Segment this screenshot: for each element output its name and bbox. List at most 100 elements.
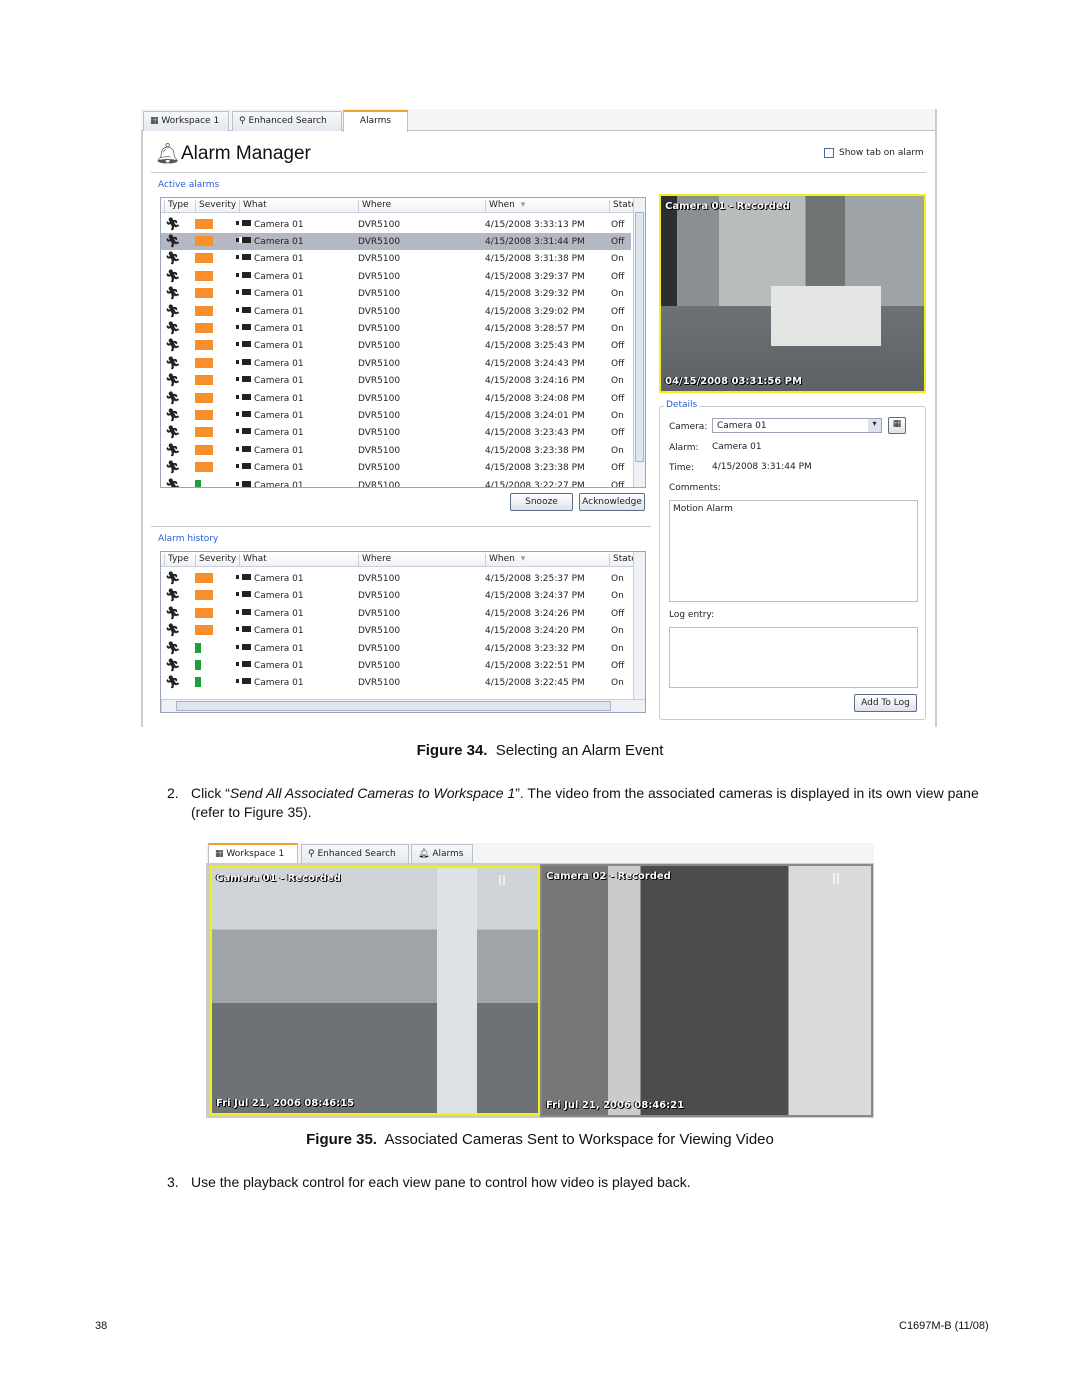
bell-icon: 🔔︎ xyxy=(155,141,181,165)
camera-icon xyxy=(239,306,251,313)
camera-icon xyxy=(239,411,251,417)
column-header[interactable]: Where xyxy=(358,554,391,566)
comments-textarea[interactable]: Motion Alarm xyxy=(669,500,918,602)
column-header[interactable]: What xyxy=(239,554,267,566)
tab-workspace-1[interactable]: ▦ Workspace 1 xyxy=(208,843,298,863)
table-row[interactable]: 🏃︎ Camera 01 DVR5100 4/15/2008 3:24:20 P… xyxy=(161,622,631,639)
show-tab-on-alarm-label: Show tab on alarm xyxy=(839,148,924,158)
motion-alarm-icon: 🏃︎ xyxy=(165,355,181,370)
vertical-scrollbar[interactable] xyxy=(633,552,645,700)
motion-alarm-icon: 🏃︎ xyxy=(165,217,181,231)
motion-alarm-icon: 🏃︎ xyxy=(165,658,181,672)
column-header[interactable]: When ▾ xyxy=(485,200,525,212)
table-row[interactable]: 🏃︎ Camera 01 DVR5100 4/15/2008 3:22:45 P… xyxy=(161,674,631,691)
table-row[interactable]: 🏃︎ Camera 01 DVR5100 4/15/2008 3:24:08 P… xyxy=(161,390,631,407)
severity-indicator xyxy=(195,375,213,386)
camera-icon xyxy=(239,376,251,383)
figure-35-caption: Figure 35. Associated Cameras Sent to Wo… xyxy=(306,1131,774,1148)
motion-alarm-icon: 🏃︎ xyxy=(165,571,181,585)
severity-indicator xyxy=(195,590,213,601)
horizontal-scrollbar[interactable] xyxy=(161,699,645,712)
camera-icon xyxy=(239,626,251,633)
add-to-log-button[interactable]: Add To Log xyxy=(854,694,917,712)
table-row[interactable]: 🏃︎ Camera 01 DVR5100 4/15/2008 3:31:44 P… xyxy=(161,233,631,250)
table-row[interactable]: 🏃︎ Camera 01 DVR5100 4/15/2008 3:25:37 P… xyxy=(161,570,631,587)
column-header[interactable]: When ▾ xyxy=(485,554,525,566)
camera-icon xyxy=(239,463,251,470)
severity-indicator xyxy=(195,677,201,688)
acknowledge-button[interactable]: Acknowledge xyxy=(579,493,645,511)
column-header[interactable]: Type xyxy=(164,554,189,566)
show-tab-on-alarm-checkbox[interactable] xyxy=(824,148,834,158)
column-header[interactable]: Type xyxy=(164,200,189,212)
table-row[interactable]: 🏃︎ Camera 01 DVR5100 4/15/2008 3:24:16 P… xyxy=(161,372,631,389)
tab-alarms[interactable]: 🔔︎ Alarms xyxy=(411,844,473,864)
motion-alarm-icon: 🏃︎ xyxy=(165,623,181,638)
motion-alarm-icon: 🏃︎ xyxy=(165,321,181,335)
table-row[interactable]: 🏃︎ Camera 01 DVR5100 4/15/2008 3:24:26 P… xyxy=(161,605,631,622)
table-row[interactable]: 🏃︎ Camera 01 DVR5100 4/15/2008 3:23:32 P… xyxy=(161,640,631,657)
motion-alarm-icon: 🏃︎ xyxy=(165,605,181,620)
column-header[interactable]: Severity xyxy=(195,200,236,212)
table-row[interactable]: 🏃︎ Camera 01 DVR5100 4/15/2008 3:24:43 P… xyxy=(161,355,631,372)
column-header[interactable]: Severity xyxy=(195,554,236,566)
camera-video-pane[interactable]: Camera 01 - Recorded 04/15/2008 03:31:56… xyxy=(659,194,926,393)
table-row[interactable]: 🏃︎ Camera 01 DVR5100 4/15/2008 3:31:38 P… xyxy=(161,250,631,267)
table-row[interactable]: 🏃︎ Camera 01 DVR5100 4/15/2008 3:23:43 P… xyxy=(161,424,631,441)
camera-icon xyxy=(239,661,251,667)
workspace-icon: ▦ xyxy=(215,849,224,859)
table-row[interactable]: 🏃︎ Camera 01 DVR5100 4/15/2008 3:24:37 P… xyxy=(161,587,631,604)
pause-icon[interactable]: || xyxy=(498,873,506,886)
camera-icon xyxy=(239,271,251,278)
motion-alarm-icon: 🏃︎ xyxy=(165,460,181,475)
camera-select[interactable]: Camera 01 ▾ xyxy=(712,418,882,433)
column-header[interactable]: Where xyxy=(358,200,391,212)
motion-alarm-icon: 🏃︎ xyxy=(165,675,181,690)
camera-icon xyxy=(239,445,251,452)
camera-icon xyxy=(239,608,251,615)
motion-alarm-icon: 🏃︎ xyxy=(165,303,181,318)
severity-indicator xyxy=(195,427,213,438)
table-row[interactable]: 🏃︎ Camera 01 DVR5100 4/15/2008 3:33:13 P… xyxy=(161,216,631,233)
table-row[interactable]: 🏃︎ Camera 01 DVR5100 4/15/2008 3:23:38 P… xyxy=(161,459,631,476)
details-panel: Details Camera: Camera 01 ▾ ▦ Alarm: Cam… xyxy=(659,400,926,720)
severity-indicator xyxy=(195,625,213,636)
table-row[interactable]: 🏃︎ Camera 01 DVR5100 4/15/2008 3:25:43 P… xyxy=(161,337,631,354)
tab-alarms[interactable]: Alarms xyxy=(343,110,408,132)
alarm-history-table: Type Severity What Where When ▾ State 🏃︎ Came… xyxy=(160,551,646,713)
view-pane-camera-02[interactable]: Camera 02 - Recorded || Fri Jul 21, 2006… xyxy=(540,864,873,1117)
chevron-down-icon[interactable]: ▾ xyxy=(868,419,881,432)
snooze-button[interactable]: Snooze xyxy=(510,493,573,511)
page-title: Alarm Manager xyxy=(181,143,311,164)
severity-indicator xyxy=(195,270,213,281)
tab-enhanced-search[interactable]: ⚲ Enhanced Search xyxy=(232,111,342,131)
tab-workspace-1[interactable]: ▦ Workspace 1 xyxy=(143,111,229,131)
table-row[interactable]: 🏃︎ Camera 01 DVR5100 4/15/2008 3:22:51 P… xyxy=(161,657,631,674)
camera-icon xyxy=(239,237,251,243)
camera-icon xyxy=(239,220,251,226)
tab-enhanced-search[interactable]: ⚲ Enhanced Search xyxy=(301,844,409,864)
table-row[interactable]: 🏃︎ Camera 01 DVR5100 4/15/2008 3:22:27 P… xyxy=(161,477,631,487)
severity-indicator xyxy=(195,340,213,351)
camera-icon xyxy=(239,289,251,296)
table-row[interactable]: 🏃︎ Camera 01 DVR5100 4/15/2008 3:24:01 P… xyxy=(161,407,631,424)
camera-icon xyxy=(239,574,251,580)
log-entry-textarea[interactable] xyxy=(669,627,918,688)
table-row[interactable]: 🏃︎ Camera 01 DVR5100 4/15/2008 3:29:02 P… xyxy=(161,303,631,320)
view-pane-camera-01[interactable]: Camera 01 - Recorded || Fri Jul 21, 2006… xyxy=(210,866,540,1115)
pause-icon[interactable]: || xyxy=(832,871,840,884)
severity-indicator xyxy=(195,288,213,299)
column-header[interactable]: What xyxy=(239,200,267,212)
table-row[interactable]: 🏃︎ Camera 01 DVR5100 4/15/2008 3:23:38 P… xyxy=(161,442,631,459)
motion-alarm-icon: 🏃︎ xyxy=(165,268,181,283)
motion-alarm-icon: 🏃︎ xyxy=(165,408,181,422)
table-row[interactable]: 🏃︎ Camera 01 DVR5100 4/15/2008 3:29:32 P… xyxy=(161,285,631,302)
workspace-send-button[interactable]: ▦ xyxy=(888,417,906,434)
table-row[interactable]: 🏃︎ Camera 01 DVR5100 4/15/2008 3:28:57 P… xyxy=(161,320,631,337)
severity-indicator xyxy=(195,236,213,246)
vertical-scrollbar[interactable] xyxy=(633,198,645,487)
motion-alarm-icon: 🏃︎ xyxy=(165,234,181,248)
figure-34-caption: Figure 34. Selecting an Alarm Event xyxy=(416,742,664,759)
table-row[interactable]: 🏃︎ Camera 01 DVR5100 4/15/2008 3:29:37 P… xyxy=(161,268,631,285)
workspace-icon: ▦ xyxy=(892,419,902,429)
